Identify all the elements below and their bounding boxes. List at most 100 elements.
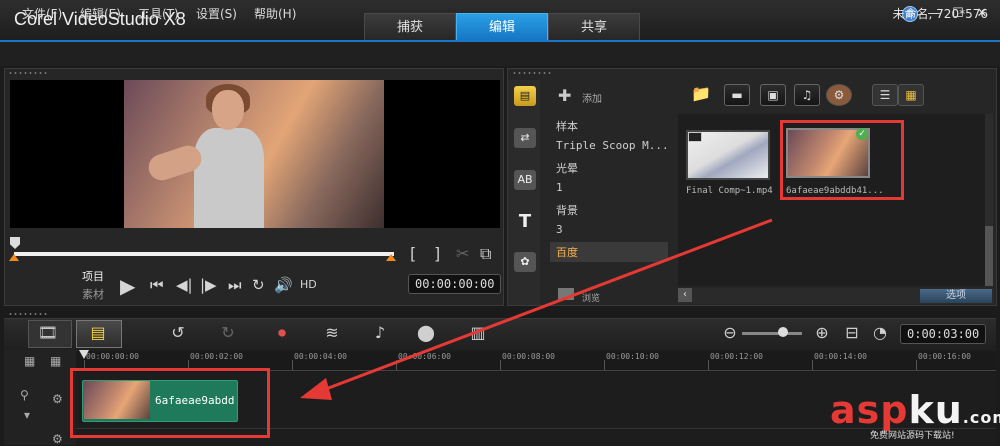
sort-icon[interactable]: ⚙ <box>826 84 852 106</box>
browse-icon[interactable] <box>558 288 574 300</box>
ruler-tick <box>396 360 397 370</box>
menu-file[interactable]: 文件(F) <box>22 5 62 22</box>
ruler-tick-label: 00:00:12:00 <box>710 352 763 361</box>
options-button[interactable]: 选项 <box>920 289 992 303</box>
title-icon[interactable]: AB <box>514 170 536 190</box>
menu-help[interactable]: 帮助(H) <box>254 5 296 22</box>
library-scroll-thumb[interactable] <box>985 226 993 286</box>
zoom-in-icon[interactable]: ⊕ <box>808 322 836 344</box>
scrub-bar[interactable] <box>14 252 394 256</box>
ruler-tick <box>500 360 501 370</box>
ruler-tick <box>708 360 709 370</box>
menu-settings[interactable]: 设置(S) <box>196 5 237 22</box>
ruler-tick <box>916 360 917 370</box>
previous-frame-icon[interactable]: ◀| <box>176 276 193 294</box>
text-icon[interactable]: T <box>514 212 536 232</box>
show-videos-icon[interactable]: ▬ <box>724 84 750 106</box>
enlarge-icon[interactable]: ⧉ <box>480 244 491 264</box>
panel-grip[interactable] <box>8 71 48 75</box>
mark-in-button[interactable]: [ <box>410 244 416 263</box>
trim-out-marker[interactable] <box>386 254 396 261</box>
ruler-tick <box>812 360 813 370</box>
duration-icon: ◔ <box>873 323 887 342</box>
chevron-left-icon[interactable]: ‹ <box>678 288 692 302</box>
video-badge-icon <box>688 132 702 142</box>
record-icon[interactable]: ⏺ <box>268 322 296 344</box>
folder-item-background[interactable]: 背景 <box>556 202 578 218</box>
zoom-slider[interactable] <box>742 332 802 335</box>
split-icon[interactable]: ✂ <box>456 244 469 263</box>
fit-project-icon[interactable]: ⊟ <box>838 322 866 344</box>
tab-share[interactable]: 共享 <box>548 13 640 40</box>
volume-icon[interactable]: 🔊 <box>274 276 293 294</box>
next-frame-icon[interactable]: |▶ <box>200 276 217 294</box>
folder-item-halo[interactable]: 光晕 <box>556 160 578 176</box>
ruler-tick-label: 00:00:06:00 <box>398 352 451 361</box>
hd-button[interactable]: HD <box>300 278 317 291</box>
zoom-out-icon[interactable]: ⊖ <box>716 322 744 344</box>
menu-tools[interactable]: 工具(T) <box>138 5 179 22</box>
trim-in-marker[interactable] <box>9 254 19 261</box>
ruler-tick-label: 00:00:00:00 <box>86 352 139 361</box>
tab-edit[interactable]: 编辑 <box>456 13 548 40</box>
auto-music-icon[interactable]: ♪ <box>366 322 394 344</box>
ruler-tick-label: 00:00:14:00 <box>814 352 867 361</box>
folder-icon[interactable]: 📁 <box>688 84 714 106</box>
tab-capture[interactable]: 捕获 <box>364 13 456 40</box>
project-info: 未命名, 720*576 <box>892 7 988 21</box>
list-view-icon[interactable]: ☰ <box>872 84 898 106</box>
timeline-playhead[interactable] <box>79 350 89 359</box>
folder-item-samples[interactable]: 样本 <box>556 118 578 134</box>
filter-icon[interactable]: ✿ <box>514 252 536 272</box>
library-folder-list: 样本 Triple Scoop M... 光晕 1 背景 3 百度 <box>546 80 670 306</box>
folder-item-baidu[interactable]: 百度 <box>550 242 668 262</box>
play-icon[interactable]: ▶ <box>120 274 135 298</box>
library-grip[interactable] <box>512 71 552 75</box>
folder-item-3[interactable]: 3 <box>556 223 563 236</box>
thumbnail-view-icon[interactable]: ▦ <box>898 84 924 106</box>
highlight-box-clip <box>70 368 270 438</box>
timeline-icon: ▤ <box>90 323 106 342</box>
folder-item-triple-scoop[interactable]: Triple Scoop M... <box>556 139 669 152</box>
show-photos-icon[interactable]: ▣ <box>760 84 786 106</box>
ruler-tick <box>604 360 605 370</box>
subtitle-icon[interactable]: ▥ <box>464 322 492 344</box>
chevron-down-icon[interactable]: ▾ <box>24 408 30 422</box>
project-mode-label[interactable]: 项目 <box>82 268 104 284</box>
project-duration[interactable]: 0:00:03:00 <box>900 324 987 344</box>
overlay-track-icon[interactable]: ⚙ <box>52 432 63 446</box>
redo-icon[interactable]: ↻ <box>214 322 242 344</box>
zoom-slider-knob[interactable] <box>778 327 788 337</box>
repeat-icon[interactable]: ↻ <box>252 276 265 294</box>
sound-mixer-icon[interactable]: ≋ <box>318 322 346 344</box>
home-icon[interactable]: ⏮ <box>150 276 164 294</box>
show-audio-icon[interactable]: ♫ <box>794 84 820 106</box>
media-caption: Final Comp~1.mp4 <box>686 186 773 196</box>
transition-icon[interactable]: ⇄ <box>514 128 536 148</box>
video-track-icon[interactable]: ⚙ <box>52 392 63 406</box>
media-icon[interactable]: ▤ <box>514 86 536 106</box>
menu-bar <box>0 40 1000 66</box>
preview-timecode[interactable]: 00:00:00:00 <box>408 274 502 294</box>
highlight-box-thumbnail <box>780 120 904 200</box>
ruler-tick-label: 00:00:16:00 <box>918 352 971 361</box>
end-icon[interactable]: ⏭ <box>228 276 242 294</box>
ripple-edit-icon[interactable]: ⚲ <box>20 388 29 402</box>
track-manager-icon[interactable]: ▦ <box>24 354 35 368</box>
browse-label[interactable]: 浏览 <box>582 291 600 304</box>
ruler-tick-label: 00:00:10:00 <box>606 352 659 361</box>
ruler-tick-label: 00:00:02:00 <box>190 352 243 361</box>
ruler-tick-label: 00:00:04:00 <box>294 352 347 361</box>
undo-icon[interactable]: ↺ <box>164 322 192 344</box>
folder-item-1[interactable]: 1 <box>556 181 563 194</box>
watermark-subtitle: 免费网站源码下载站! <box>870 431 955 441</box>
mark-out-button[interactable]: ] <box>434 244 440 263</box>
timeline-grip[interactable] <box>8 312 48 316</box>
motion-tracking-icon[interactable]: ⬤ <box>412 322 440 344</box>
clip-mode-label[interactable]: 素材 <box>82 286 104 302</box>
preview-image <box>124 80 384 228</box>
menu-edit[interactable]: 编辑(E) <box>80 5 121 22</box>
add-marker-icon[interactable]: ▦ <box>50 354 61 368</box>
ruler-tick <box>292 360 293 370</box>
track-header <box>4 350 76 445</box>
